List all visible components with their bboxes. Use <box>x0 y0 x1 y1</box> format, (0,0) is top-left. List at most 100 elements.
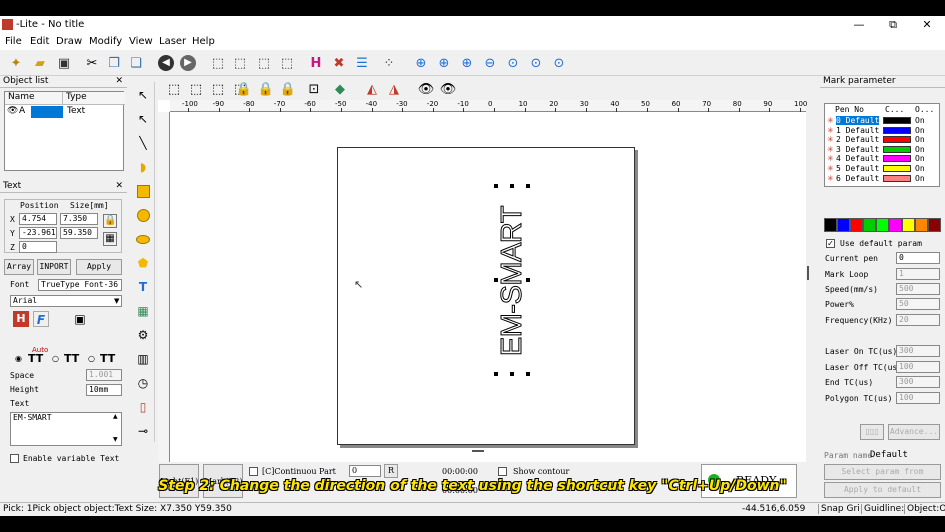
status-object[interactable]: Object:O <box>904 504 945 514</box>
selection-handle[interactable] <box>510 184 514 188</box>
pen-on-state[interactable]: On <box>915 174 925 183</box>
zoom-select-icon[interactable]: ⊙ <box>526 53 546 73</box>
palette-color-swatch[interactable] <box>876 218 889 232</box>
object-list-col-name[interactable]: Name <box>5 92 63 105</box>
text-content-input[interactable]: EM-SMART <box>10 412 122 446</box>
maximize-button[interactable]: ⧉ <box>876 16 910 34</box>
arrange-icon[interactable]: ⁘ <box>379 53 399 73</box>
zoom-out-icon[interactable]: ⊖ <box>480 53 500 73</box>
pen-on-state[interactable]: On <box>915 145 925 154</box>
spacing-center-icon[interactable]: TT <box>64 352 79 365</box>
palette-color-swatch[interactable] <box>889 218 902 232</box>
pen-row[interactable]: ✳ 3 Default On <box>825 145 935 155</box>
mirror-v-icon[interactable]: ◮ <box>384 79 404 99</box>
pen-row[interactable]: ✳ 2 Default On <box>825 135 935 145</box>
close-button[interactable]: ✕ <box>910 16 944 34</box>
show-icon[interactable]: 👁 <box>416 79 436 99</box>
pen-on-state[interactable]: On <box>915 135 925 144</box>
invert-select-icon[interactable]: ⬚ <box>254 53 274 73</box>
select-group-icon[interactable]: ⬚ <box>277 53 297 73</box>
list-icon[interactable]: ☰ <box>352 53 372 73</box>
advance-button[interactable]: Advance... <box>888 424 940 440</box>
pen-row[interactable]: ✳ 5 Default On <box>825 164 935 174</box>
selection-handle[interactable] <box>526 184 530 188</box>
select-all-icon[interactable]: ⬚ <box>230 53 250 73</box>
pen-color-swatch[interactable] <box>883 165 911 172</box>
select-tool-icon[interactable]: ↖ <box>134 86 152 104</box>
minimize-button[interactable]: — <box>842 16 876 34</box>
menu-edit[interactable]: Edit <box>30 36 49 47</box>
status-snap-grid[interactable]: Snap Gri <box>818 504 860 514</box>
palette-color-swatch[interactable] <box>824 218 837 232</box>
zoom-page-icon[interactable]: ⊙ <box>549 53 569 73</box>
copy-icon[interactable]: ❐ <box>104 53 124 73</box>
zoom-icon[interactable]: ⊕ <box>411 53 431 73</box>
unlock-object-icon[interactable]: 🔒 <box>256 79 276 99</box>
pen-on-state[interactable]: On <box>915 154 925 163</box>
timer-tool-icon[interactable]: ◷ <box>134 374 152 392</box>
pen-col-on[interactable]: O... <box>915 105 934 114</box>
pen-row[interactable]: ✳ 4 Default On <box>825 154 935 164</box>
continuous-checkbox[interactable] <box>249 467 258 476</box>
bitmap-tool-icon[interactable]: ▦ <box>134 302 152 320</box>
canvas-area[interactable]: -100 -90 -80 -70 -60 -50 -40 -30 -20 -10 0 10 20 30 40… <box>158 100 807 462</box>
height-input[interactable]: 10mm <box>86 384 122 396</box>
circle-tool-icon[interactable] <box>134 206 152 224</box>
speed-input[interactable]: 500 <box>896 283 940 295</box>
array-button[interactable]: Array <box>4 259 34 275</box>
laser-off-input[interactable]: 100 <box>896 361 940 373</box>
paste-icon[interactable]: ❏ <box>126 53 146 73</box>
object-list-col-type[interactable]: Type <box>63 92 125 105</box>
canvas-splitter[interactable] <box>807 266 809 280</box>
lock-object-icon[interactable]: 🔒 <box>234 79 254 99</box>
menu-laser[interactable]: Laser <box>159 36 186 47</box>
group-icon[interactable]: ⬚ <box>208 79 228 99</box>
menu-draw[interactable]: Draw <box>56 36 82 47</box>
vector-tool-icon[interactable]: ⚙ <box>134 326 152 344</box>
zoom-in-icon[interactable]: ⊕ <box>434 53 454 73</box>
mirror-h-icon[interactable]: ◭ <box>362 79 382 99</box>
ellipse-tool-icon[interactable] <box>134 230 152 248</box>
align-icon[interactable]: ⊡ <box>304 79 324 99</box>
open-file-icon[interactable]: ▰ <box>30 53 50 73</box>
z-position-input[interactable]: 0 <box>19 241 57 253</box>
polygon-tc-input[interactable]: 100 <box>896 392 940 404</box>
text-panel-close-icon[interactable]: ✕ <box>115 181 123 191</box>
object-list-close-icon[interactable]: ✕ <box>115 76 123 86</box>
y-position-input[interactable]: -23.961 <box>19 227 57 239</box>
x-position-input[interactable]: 4.754 <box>19 213 57 225</box>
pen-color-swatch[interactable] <box>883 136 911 144</box>
hide-icon[interactable]: 👁 <box>438 79 458 99</box>
menu-modify[interactable]: Modify <box>89 36 122 47</box>
pen-color-swatch[interactable] <box>883 145 911 153</box>
text-scroll-down-icon[interactable]: ▼ <box>113 436 118 443</box>
undo-icon[interactable]: ◀ <box>156 53 176 73</box>
lock-icon[interactable]: 🔒 <box>103 214 117 228</box>
font-name-select[interactable]: Arial <box>10 295 122 307</box>
split-icon[interactable]: ✖ <box>329 53 349 73</box>
save-file-icon[interactable]: ▣ <box>54 53 74 73</box>
unlock-all-icon[interactable]: 🔒 <box>278 79 298 99</box>
barcode-tool-icon[interactable]: ▥ <box>134 350 152 368</box>
reset-count-button[interactable]: R <box>384 464 398 478</box>
selected-text-object[interactable]: EM-SMART <box>494 184 530 376</box>
apply-button[interactable]: Apply <box>76 259 122 275</box>
current-pen-input[interactable]: 0 <box>896 252 940 264</box>
status-guideline[interactable]: Guidline: <box>861 504 904 514</box>
curve-tool-icon[interactable]: ◗ <box>134 158 152 176</box>
input-tool-icon[interactable]: ▯ <box>134 398 152 416</box>
eye-icon[interactable]: 👁 <box>7 106 18 116</box>
palette-color-swatch[interactable] <box>928 218 941 232</box>
dropdown-arrow-icon[interactable]: ▼ <box>114 297 119 305</box>
font-type-select[interactable]: TrueType Font-36 <box>38 279 122 291</box>
palette-color-swatch[interactable] <box>915 218 928 232</box>
menu-file[interactable]: File <box>5 36 22 47</box>
pen-row[interactable]: ✳ 1 Default On <box>825 126 935 136</box>
spacing-auto-icon[interactable]: TT <box>28 352 43 365</box>
palette-color-swatch[interactable] <box>837 218 850 232</box>
show-contour-checkbox[interactable] <box>498 467 507 476</box>
zoom-in2-icon[interactable]: ⊕ <box>457 53 477 73</box>
object-list-row[interactable]: 👁 A Text <box>5 106 123 118</box>
align-radio-2[interactable]: ○ <box>52 354 59 363</box>
menu-view[interactable]: View <box>129 36 153 47</box>
